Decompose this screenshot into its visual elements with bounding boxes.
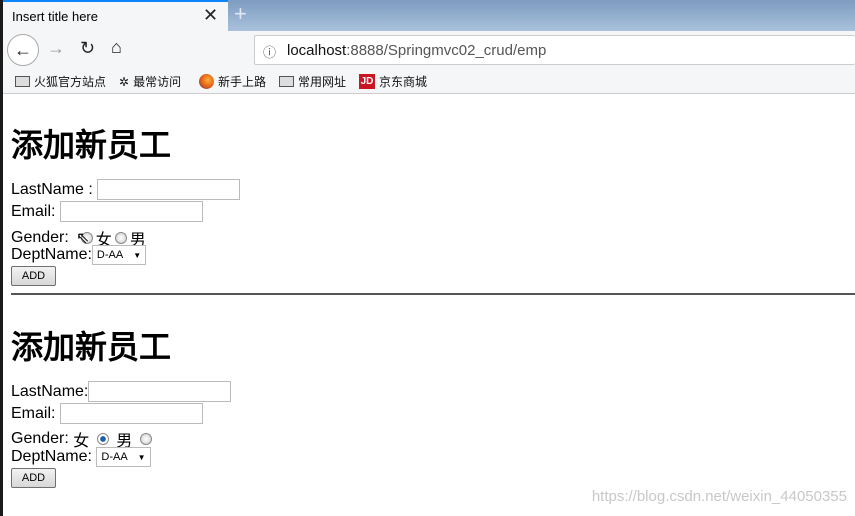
info-icon[interactable]: ⓘ bbox=[263, 42, 276, 61]
dept-label: DeptName: bbox=[11, 448, 92, 465]
add-button[interactable]: ADD bbox=[11, 266, 56, 286]
nav-bar: ← → ↻ ⌂ ⓘ localhost:8888/Springmvc02_cru… bbox=[0, 31, 855, 69]
jd-icon: JD bbox=[359, 74, 375, 89]
tab-bar: Insert title here ✕ + bbox=[0, 0, 855, 31]
gear-icon: ✲ bbox=[119, 74, 130, 89]
dept-value: D-AA bbox=[101, 451, 128, 463]
gender-label: Gender: bbox=[11, 430, 69, 447]
male-radio[interactable] bbox=[114, 232, 127, 244]
page-title-2: 添加新员工 bbox=[11, 329, 172, 365]
bookmarks-bar: 火狐官方站点 ✲ 最常访问 新手上路 常用网址 JD 京东商城 bbox=[0, 69, 855, 94]
lastname-label: LastName : bbox=[11, 180, 93, 198]
bookmark-item[interactable]: 新手上路 bbox=[199, 73, 266, 90]
tab-title: Insert title here bbox=[12, 9, 98, 24]
dept-value: D-AA bbox=[96, 249, 124, 261]
email-label: Email: bbox=[11, 202, 56, 220]
mouse-cursor-icon: ⇖ bbox=[76, 230, 90, 247]
bookmark-item[interactable]: 火狐官方站点 bbox=[15, 73, 106, 90]
bookmark-label: 常用网址 bbox=[298, 75, 347, 89]
add-button[interactable]: ADD bbox=[11, 468, 56, 488]
male-radio[interactable] bbox=[139, 433, 152, 445]
url-bar[interactable]: ⓘ localhost:8888/Springmvc02_crud/emp bbox=[254, 35, 855, 65]
close-icon[interactable]: ✕ bbox=[203, 5, 218, 26]
female-radio[interactable] bbox=[96, 433, 109, 445]
home-icon[interactable]: ⌂ bbox=[111, 37, 122, 58]
bookmark-label: 火狐官方站点 bbox=[34, 75, 107, 89]
url-host: localhost bbox=[287, 42, 347, 59]
bookmark-label: 新手上路 bbox=[218, 75, 267, 89]
lastname-input[interactable] bbox=[88, 381, 232, 402]
window-border bbox=[0, 0, 3, 516]
reload-icon[interactable]: ↻ bbox=[80, 38, 95, 59]
tab-active[interactable]: Insert title here ✕ bbox=[3, 0, 228, 31]
new-tab-icon[interactable]: + bbox=[234, 1, 247, 27]
bookmark-item[interactable]: ✲ 最常访问 bbox=[119, 73, 181, 90]
folder-icon bbox=[279, 76, 294, 87]
watermark: https://blog.csdn.net/weixin_44050355 bbox=[591, 488, 847, 505]
email-input[interactable] bbox=[59, 403, 203, 424]
bookmark-item[interactable]: 常用网址 bbox=[279, 73, 346, 90]
lastname-label: LastName: bbox=[11, 382, 89, 400]
email-label: Email: bbox=[11, 404, 56, 422]
chevron-down-icon: ▼ bbox=[137, 452, 146, 462]
page-title: 添加新员工 bbox=[11, 127, 172, 163]
bookmark-item[interactable]: JD 京东商城 bbox=[359, 73, 427, 90]
forward-icon[interactable]: → bbox=[47, 38, 65, 59]
divider bbox=[11, 293, 855, 295]
email-input[interactable] bbox=[59, 201, 203, 222]
lastname-input[interactable] bbox=[97, 179, 241, 200]
dept-select[interactable]: D-AA ▼ bbox=[91, 245, 147, 265]
dept-label: DeptName: bbox=[11, 246, 92, 263]
url-path: :8888/Springmvc02_crud/emp bbox=[346, 42, 547, 59]
folder-icon bbox=[15, 76, 30, 87]
bookmark-label: 京东商城 bbox=[379, 75, 428, 89]
firefox-icon bbox=[199, 74, 214, 89]
dept-select[interactable]: D-AA ▼ bbox=[96, 447, 151, 467]
chevron-down-icon: ▼ bbox=[133, 250, 142, 260]
back-icon[interactable]: ← bbox=[7, 34, 39, 66]
bookmark-label: 最常访问 bbox=[133, 75, 182, 89]
